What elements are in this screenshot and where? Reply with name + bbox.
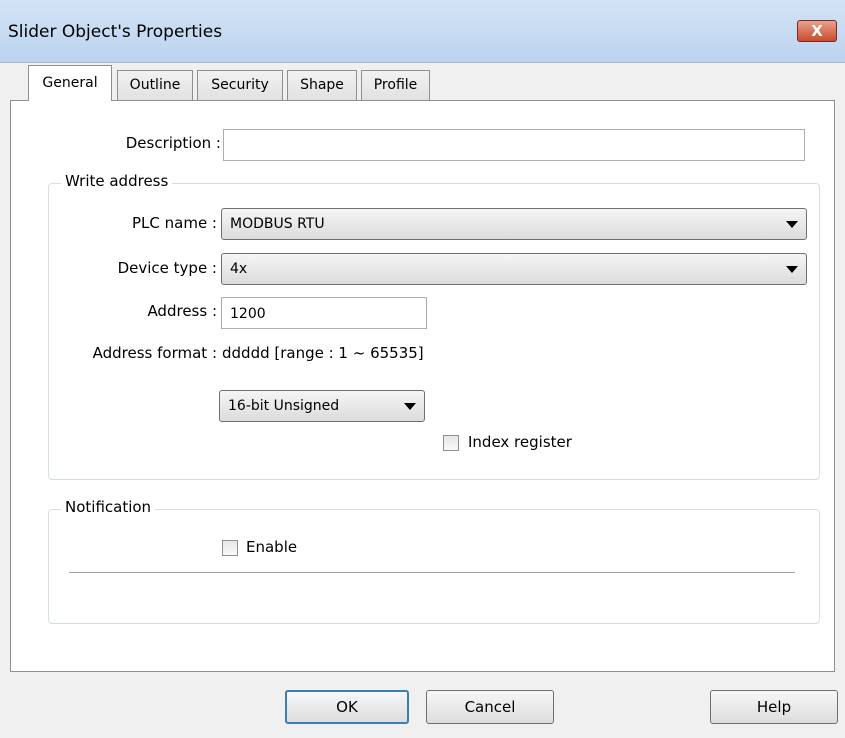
tab-outline[interactable]: Outline xyxy=(117,70,193,100)
tab-general[interactable]: General xyxy=(28,65,112,101)
ok-button[interactable]: OK xyxy=(285,690,409,724)
chevron-down-icon xyxy=(786,266,798,273)
tab-shape[interactable]: Shape xyxy=(287,70,357,100)
description-input[interactable] xyxy=(223,129,805,161)
help-button[interactable]: Help xyxy=(710,690,838,724)
help-button-label: Help xyxy=(756,698,792,716)
chevron-down-icon xyxy=(786,221,798,228)
tab-general-label: General xyxy=(42,75,98,91)
address-format-value: ddddd [range : 1 ~ 65535] xyxy=(222,344,424,362)
ok-button-label: OK xyxy=(336,698,358,716)
data-format-value: 16-bit Unsigned xyxy=(228,398,340,414)
address-label: Address : xyxy=(147,302,217,320)
close-icon: X xyxy=(811,22,823,40)
tab-security-label: Security xyxy=(211,77,269,93)
enable-checkbox[interactable] xyxy=(222,540,238,556)
title-bar: Slider Object's Properties X xyxy=(0,0,845,63)
address-input[interactable]: 1200 xyxy=(221,297,427,329)
notification-group: Notification Enable xyxy=(48,498,820,624)
tab-profile-label: Profile xyxy=(373,77,418,93)
tab-shape-label: Shape xyxy=(300,77,344,93)
cancel-button-label: Cancel xyxy=(464,698,516,716)
device-type-value: 4x xyxy=(230,261,248,277)
cancel-button[interactable]: Cancel xyxy=(426,690,554,724)
index-register-label: Index register xyxy=(468,433,572,451)
write-address-group: Write address PLC name : MODBUS RTU Devi… xyxy=(48,172,820,480)
tab-profile[interactable]: Profile xyxy=(361,70,430,100)
plc-name-value: MODBUS RTU xyxy=(230,216,325,232)
notification-divider xyxy=(69,572,795,573)
tab-security[interactable]: Security xyxy=(197,70,283,100)
window-title: Slider Object's Properties xyxy=(8,22,223,42)
plc-name-label: PLC name : xyxy=(131,214,217,232)
index-register-checkbox[interactable] xyxy=(443,435,459,451)
device-type-label: Device type : xyxy=(117,259,217,277)
write-address-group-title: Write address xyxy=(61,172,173,190)
plc-name-select[interactable]: MODBUS RTU xyxy=(221,208,807,240)
notification-group-title: Notification xyxy=(61,498,156,516)
chevron-down-icon xyxy=(404,403,416,410)
enable-label: Enable xyxy=(246,538,298,556)
address-format-label: Address format : xyxy=(92,344,217,362)
device-type-select[interactable]: 4x xyxy=(221,253,807,285)
tab-outline-label: Outline xyxy=(129,77,181,93)
data-format-select[interactable]: 16-bit Unsigned xyxy=(219,390,425,422)
description-label: Description : xyxy=(125,134,221,152)
close-button[interactable]: X xyxy=(797,20,837,42)
general-tab-panel: Description : Write address PLC name : M… xyxy=(10,100,835,672)
